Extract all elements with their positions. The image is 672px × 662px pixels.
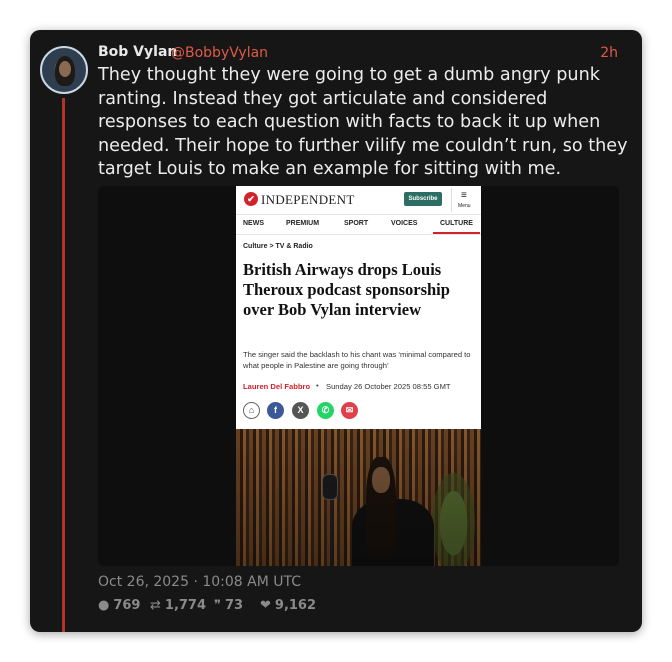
subscribe-button: Subscribe xyxy=(404,192,442,206)
repost-count: 1,774 xyxy=(164,598,207,613)
independent-logo-icon: ✔ xyxy=(244,192,258,206)
article-author: Lauren Del Fabbro xyxy=(243,382,311,391)
quote-icon: ❞ xyxy=(214,598,221,613)
avatar[interactable] xyxy=(40,46,88,94)
like-count: 9,162 xyxy=(274,598,317,613)
relative-time[interactable]: 2h xyxy=(600,45,618,61)
article-date: Sunday 26 October 2025 08:55 GMT xyxy=(326,382,451,391)
separator-dot: • xyxy=(316,381,319,390)
repost-stat[interactable]: ⇄ 1,774 xyxy=(150,598,206,613)
quote-count: 73 xyxy=(225,598,244,613)
tweet-timestamp[interactable]: Oct 26, 2025 · 10:08 AM UTC xyxy=(98,574,301,590)
like-icon: ❤ xyxy=(260,598,271,613)
tweet-text: They thought they were going to get a du… xyxy=(98,65,628,180)
whatsapp-icon: ✆ xyxy=(317,402,334,419)
breadcrumb: Culture > TV & Radio xyxy=(243,243,313,250)
author-handle[interactable]: @BobbyVylan xyxy=(171,45,268,61)
bookmark-icon: ⌂ xyxy=(243,402,260,419)
repost-icon: ⇄ xyxy=(150,598,161,613)
nav-item-culture: CULTURE xyxy=(440,220,473,227)
nav-item-news: NEWS xyxy=(243,220,264,227)
article-photo xyxy=(236,429,481,566)
nav-item-premium: PREMIUM xyxy=(286,220,320,227)
thread-line xyxy=(62,98,65,632)
article-headline: British Airways drops Louis Theroux podc… xyxy=(243,260,450,319)
publication-logo: INDEPENDENT xyxy=(261,192,355,207)
nav-item-voices: VOICES xyxy=(391,220,418,227)
article-screenshot[interactable]: ✔ INDEPENDENT Subscribe ≡ Menu NEWS PREM… xyxy=(236,186,481,566)
menu-label: Menu xyxy=(458,203,471,209)
email-icon: ✉ xyxy=(341,402,358,419)
article-standfirst: The singer said the backlash to his chan… xyxy=(243,350,471,370)
article-nav: NEWS PREMIUM SPORT VOICES CULTURE xyxy=(236,218,481,232)
nav-item-sport: SPORT xyxy=(344,220,369,227)
x-icon: X xyxy=(292,402,309,419)
reply-count: 769 xyxy=(113,598,141,613)
like-stat[interactable]: ❤ 9,162 xyxy=(260,598,316,613)
facebook-icon: f xyxy=(267,402,284,419)
reply-icon: ● xyxy=(98,598,110,613)
quote-stat[interactable]: ❞ 73 xyxy=(214,598,243,613)
author-name[interactable]: Bob Vylan xyxy=(98,44,177,60)
menu-icon: ≡ xyxy=(461,190,467,201)
reply-stat[interactable]: ● 769 xyxy=(98,598,140,613)
